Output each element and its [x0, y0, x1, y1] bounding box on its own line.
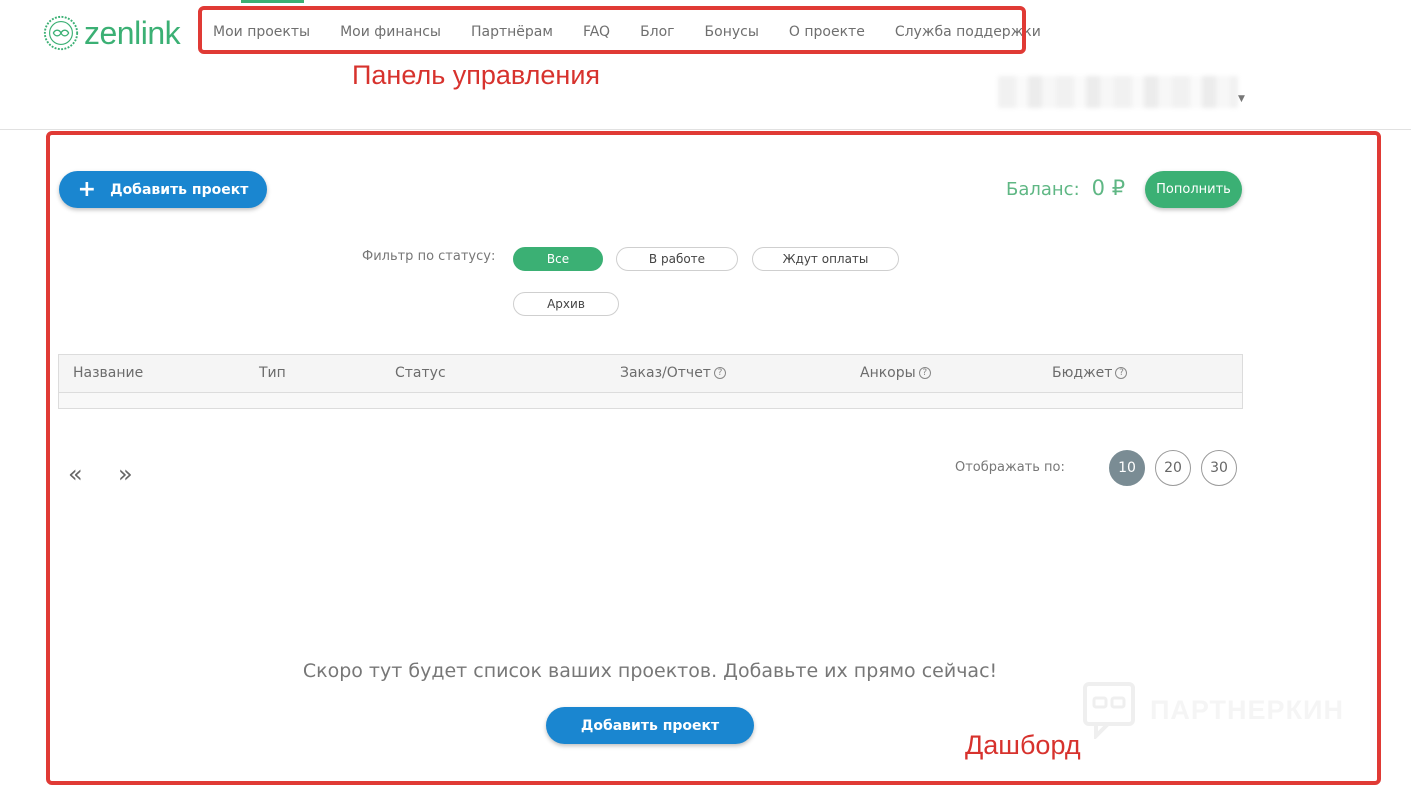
header-divider	[0, 129, 1411, 130]
watermark-logo-icon	[1083, 682, 1135, 739]
column-name[interactable]: Название	[73, 365, 143, 381]
annotation-dashboard-label: Дашборд	[965, 730, 1081, 760]
add-project-bottom-button[interactable]: Добавить проект	[546, 707, 754, 744]
per-page-10[interactable]: 10	[1109, 450, 1145, 486]
add-project-button[interactable]: + Добавить проект	[59, 171, 267, 208]
watermark-text: ПАРТНЕРКИН	[1150, 694, 1344, 725]
nav-active-indicator	[241, 0, 304, 3]
column-anchors[interactable]: Анкоры ?	[860, 365, 931, 381]
empty-state-message: Скоро тут будет список ваших проектов. Д…	[302, 660, 998, 682]
annotation-nav-highlight	[198, 6, 1026, 54]
column-status[interactable]: Статус	[395, 365, 446, 381]
pagination-prev-icon[interactable]: «	[68, 460, 83, 488]
add-project-label: Добавить проект	[110, 181, 249, 198]
logo-text: zenlink	[84, 14, 181, 51]
filter-chip-all[interactable]: Все	[513, 247, 603, 271]
filter-label: Фильтр по статусу:	[362, 249, 496, 264]
balance: Баланс: 0 ₽	[1006, 176, 1125, 200]
per-page-30[interactable]: 30	[1201, 450, 1237, 486]
topup-button[interactable]: Пополнить	[1145, 171, 1242, 208]
help-icon[interactable]: ?	[1115, 367, 1128, 379]
projects-table: Название Тип Статус Заказ/Отчет ? Анкоры…	[58, 354, 1243, 409]
zenlink-logo-icon	[43, 15, 79, 51]
column-order-report[interactable]: Заказ/Отчет ?	[620, 365, 726, 381]
watermark: ПАРТНЕРКИН	[1082, 681, 1344, 739]
blurred-user-info[interactable]	[998, 76, 1238, 108]
per-page-label: Отображать по:	[955, 460, 1065, 475]
filter-chip-awaiting-payment[interactable]: Ждут оплаты	[752, 247, 899, 271]
pagination-next-icon[interactable]: »	[118, 460, 133, 488]
column-budget[interactable]: Бюджет ?	[1052, 365, 1128, 381]
per-page-20[interactable]: 20	[1155, 450, 1191, 486]
help-icon[interactable]: ?	[713, 367, 726, 379]
balance-amount: 0 ₽	[1091, 176, 1126, 200]
table-header: Название Тип Статус Заказ/Отчет ? Анкоры…	[59, 355, 1242, 393]
filter-chip-in-progress[interactable]: В работе	[616, 247, 738, 271]
plus-icon: +	[77, 176, 97, 202]
logo[interactable]: zenlink	[42, 12, 181, 54]
user-menu-caret-icon[interactable]: ▼	[1238, 94, 1245, 104]
balance-label: Баланс:	[1006, 179, 1080, 200]
help-icon[interactable]: ?	[918, 367, 931, 379]
annotation-panel-label: Панель управления	[352, 60, 601, 90]
filter-chip-archive[interactable]: Архив	[513, 292, 619, 316]
column-type[interactable]: Тип	[259, 365, 286, 381]
